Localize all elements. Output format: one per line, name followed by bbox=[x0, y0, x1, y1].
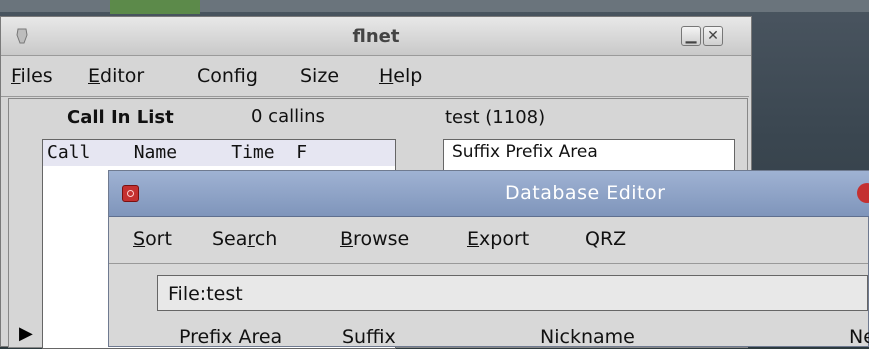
menu-qrz[interactable]: QRZ bbox=[585, 228, 626, 250]
db-editor-title: Database Editor bbox=[505, 182, 666, 204]
menu-help[interactable]: Help bbox=[379, 65, 422, 87]
minimize-icon: ▁ bbox=[685, 28, 697, 44]
column-suffix[interactable]: Suffix bbox=[342, 326, 396, 348]
close-icon bbox=[127, 190, 134, 197]
flnet-titlebar[interactable]: flnet ▁ ✕ bbox=[1, 17, 751, 56]
window-title: flnet bbox=[352, 26, 400, 47]
flnet-menubar: Files Editor Config Size Help bbox=[1, 56, 749, 97]
file-label: File:test bbox=[168, 283, 243, 305]
menu-search[interactable]: Search bbox=[212, 228, 277, 250]
menu-sort[interactable]: Sort bbox=[133, 228, 172, 250]
menu-browse[interactable]: Browse bbox=[340, 228, 409, 250]
callin-count: 0 callins bbox=[251, 106, 325, 127]
column-ne[interactable]: Ne bbox=[849, 326, 869, 348]
db-editor-titlebar[interactable]: Database Editor bbox=[109, 171, 869, 217]
file-name-field[interactable]: File:test bbox=[157, 275, 868, 311]
db-editor-close-right-button[interactable] bbox=[857, 183, 869, 203]
callin-list-title: Call In List bbox=[67, 107, 174, 128]
callin-list-header: Call Name Time F bbox=[43, 140, 395, 166]
suffix-list-header: Suffix Prefix Area bbox=[452, 142, 598, 162]
menu-size[interactable]: Size bbox=[300, 65, 339, 87]
minimize-button[interactable]: ▁ bbox=[681, 26, 701, 46]
close-icon: ✕ bbox=[707, 28, 719, 44]
database-label: test (1108) bbox=[445, 107, 546, 128]
row-pointer-icon: ▶ bbox=[19, 323, 33, 344]
menu-config[interactable]: Config bbox=[197, 65, 258, 87]
menu-editor[interactable]: Editor bbox=[88, 65, 144, 87]
column-prefix-area[interactable]: Prefix Area bbox=[179, 326, 282, 348]
db-editor-body: File:test Prefix Area Suffix Nickname Ne bbox=[109, 264, 869, 348]
menu-files[interactable]: Files bbox=[11, 65, 53, 87]
db-editor-menubar: Sort Search Browse Export QRZ bbox=[109, 217, 868, 264]
db-editor-close-button[interactable] bbox=[122, 185, 139, 202]
desktop-green-patch bbox=[110, 0, 200, 14]
menu-export[interactable]: Export bbox=[467, 228, 529, 250]
database-editor-window: Database Editor Sort Search Browse Expor… bbox=[108, 170, 869, 348]
close-button[interactable]: ✕ bbox=[703, 26, 723, 46]
column-nickname[interactable]: Nickname bbox=[540, 326, 635, 348]
